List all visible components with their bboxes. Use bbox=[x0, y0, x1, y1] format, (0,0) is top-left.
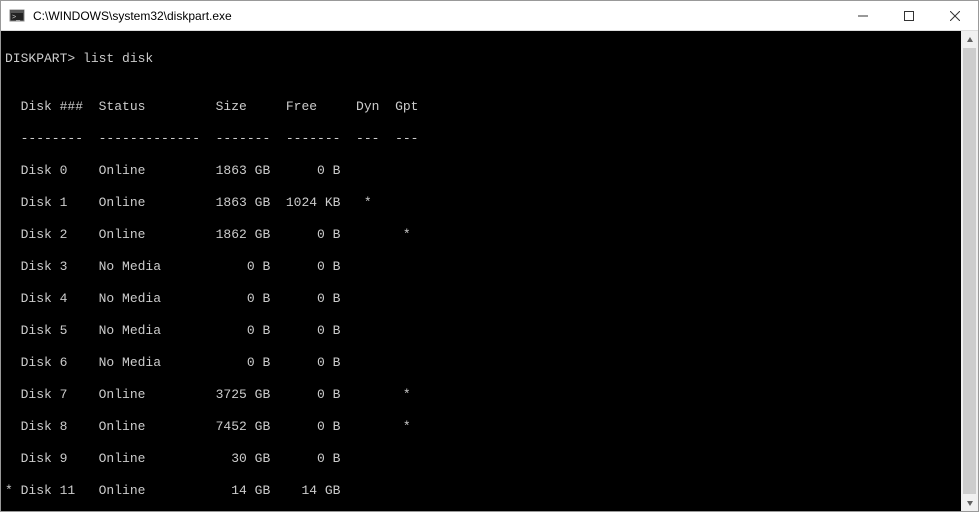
close-button[interactable] bbox=[932, 1, 978, 30]
client-area: DISKPART> list disk Disk ### Status Size… bbox=[1, 31, 978, 511]
minimize-button[interactable] bbox=[840, 1, 886, 30]
titlebar[interactable]: >_ C:\WINDOWS\system32\diskpart.exe bbox=[1, 1, 978, 31]
terminal-output[interactable]: DISKPART> list disk Disk ### Status Size… bbox=[1, 31, 961, 511]
scroll-up-button[interactable] bbox=[961, 31, 978, 48]
svg-text:>_: >_ bbox=[12, 14, 20, 21]
table-header: Disk ### Status Size Free Dyn Gpt bbox=[5, 99, 961, 115]
table-row: Disk 0 Online 1863 GB 0 B bbox=[5, 163, 961, 179]
table-row: * Disk 11 Online 14 GB 14 GB bbox=[5, 483, 961, 499]
table-row: Disk 1 Online 1863 GB 1024 KB * bbox=[5, 195, 961, 211]
table-row: Disk 5 No Media 0 B 0 B bbox=[5, 323, 961, 339]
window-controls bbox=[840, 1, 978, 30]
table-row: Disk 3 No Media 0 B 0 B bbox=[5, 259, 961, 275]
table-row: Disk 4 No Media 0 B 0 B bbox=[5, 291, 961, 307]
window-title: C:\WINDOWS\system32\diskpart.exe bbox=[33, 9, 232, 23]
scroll-track[interactable] bbox=[961, 48, 978, 494]
app-icon: >_ bbox=[9, 8, 25, 24]
table-row: Disk 7 Online 3725 GB 0 B * bbox=[5, 387, 961, 403]
table-row: Disk 2 Online 1862 GB 0 B * bbox=[5, 227, 961, 243]
scroll-thumb[interactable] bbox=[963, 48, 976, 494]
table-row: Disk 8 Online 7452 GB 0 B * bbox=[5, 419, 961, 435]
scroll-down-button[interactable] bbox=[961, 494, 978, 511]
table-separator: -------- ------------- ------- ------- -… bbox=[5, 131, 961, 147]
vertical-scrollbar[interactable] bbox=[961, 31, 978, 511]
maximize-button[interactable] bbox=[886, 1, 932, 30]
app-window: >_ C:\WINDOWS\system32\diskpart.exe DISK… bbox=[0, 0, 979, 512]
table-row: Disk 9 Online 30 GB 0 B bbox=[5, 451, 961, 467]
table-row: Disk 6 No Media 0 B 0 B bbox=[5, 355, 961, 371]
prompt-line: DISKPART> list disk bbox=[5, 51, 961, 67]
